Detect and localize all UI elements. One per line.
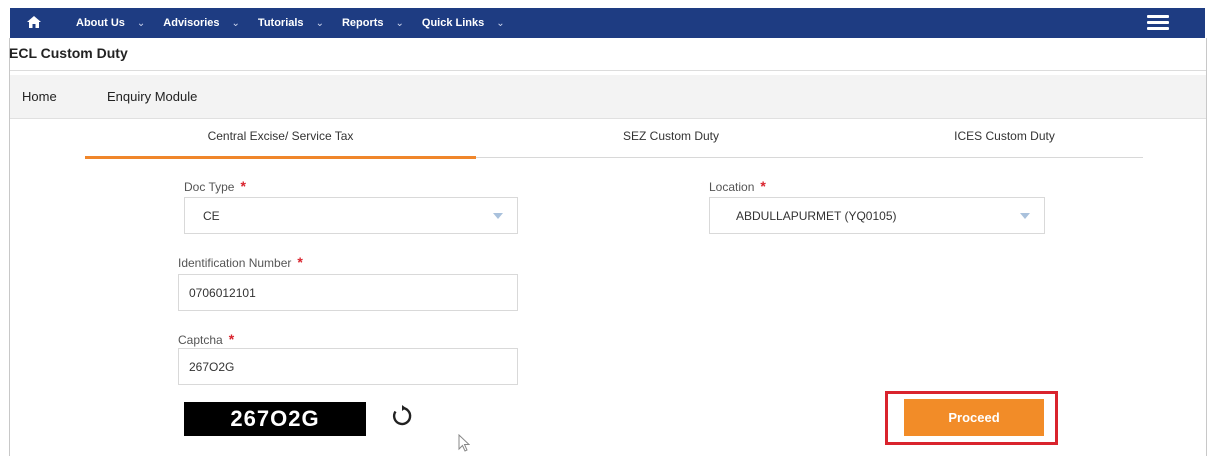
nav-about-us[interactable]: About Us ⌄ xyxy=(76,17,145,29)
doc-type-label: Doc Type * xyxy=(184,178,246,194)
chevron-down-icon: ⌄ xyxy=(231,17,240,29)
chevron-down-icon: ⌄ xyxy=(395,17,404,29)
page-border-right xyxy=(1206,38,1207,456)
title-divider xyxy=(10,70,1206,71)
breadcrumb-home[interactable]: Home xyxy=(22,89,57,104)
page-title: ECL Custom Duty xyxy=(9,45,128,61)
nav-label: Tutorials xyxy=(257,17,304,29)
breadcrumb-enquiry-module[interactable]: Enquiry Module xyxy=(107,89,197,104)
location-label: Location * xyxy=(709,178,766,194)
chevron-down-icon: ⌄ xyxy=(136,17,146,29)
captcha-label-text: Captcha xyxy=(178,333,223,347)
identification-number-label: Identification Number * xyxy=(178,254,303,270)
nav-quick-links[interactable]: Quick Links ⌄ xyxy=(422,17,505,29)
doc-type-value: CE xyxy=(203,208,220,223)
nav-label: Quick Links xyxy=(421,17,485,29)
nav-label: Advisories xyxy=(163,17,220,29)
location-value: ABDULLAPURMET (YQ0105) xyxy=(736,208,897,223)
active-tab-indicator xyxy=(85,156,476,159)
doc-type-select[interactable]: CE xyxy=(184,197,518,234)
nav-advisories[interactable]: Advisories ⌄ xyxy=(163,17,240,29)
identification-number-value: 0706012101 xyxy=(189,285,256,300)
mouse-cursor-icon xyxy=(458,433,471,456)
chevron-down-icon: ⌄ xyxy=(496,17,505,29)
home-icon[interactable] xyxy=(10,15,58,31)
captcha-field[interactable]: 267O2G xyxy=(178,348,518,385)
nav-label: Reports xyxy=(341,17,384,29)
nav-label: About Us xyxy=(76,17,125,29)
tab-sez-custom-duty[interactable]: SEZ Custom Duty xyxy=(476,129,866,143)
chevron-down-icon xyxy=(493,213,503,219)
required-star: * xyxy=(240,178,246,194)
chevron-down-icon: ⌄ xyxy=(315,17,324,29)
tab-central-excise[interactable]: Central Excise/ Service Tax xyxy=(85,129,476,143)
top-navbar: About Us ⌄ Advisories ⌄ Tutorials ⌄ Repo… xyxy=(10,8,1205,38)
identification-number-field[interactable]: 0706012101 xyxy=(178,274,518,311)
location-label-text: Location xyxy=(709,180,755,194)
nav-reports[interactable]: Reports ⌄ xyxy=(342,17,404,29)
tab-ices-custom-duty[interactable]: ICES Custom Duty xyxy=(866,129,1143,143)
required-star: * xyxy=(228,331,235,347)
captcha-image: 267O2G xyxy=(184,402,366,436)
refresh-icon[interactable] xyxy=(392,405,412,433)
nav-tutorials[interactable]: Tutorials ⌄ xyxy=(258,17,324,29)
identification-number-label-text: Identification Number xyxy=(178,256,292,270)
doc-type-label-text: Doc Type xyxy=(184,180,235,194)
proceed-button[interactable]: Proceed xyxy=(904,399,1044,436)
location-select[interactable]: ABDULLAPURMET (YQ0105) xyxy=(709,197,1045,234)
required-star: * xyxy=(297,254,303,270)
hamburger-menu-icon[interactable] xyxy=(1147,15,1169,31)
required-star: * xyxy=(760,178,766,194)
chevron-down-icon xyxy=(1020,213,1030,219)
captcha-label: Captcha * xyxy=(178,331,234,347)
captcha-value: 267O2G xyxy=(189,359,235,374)
